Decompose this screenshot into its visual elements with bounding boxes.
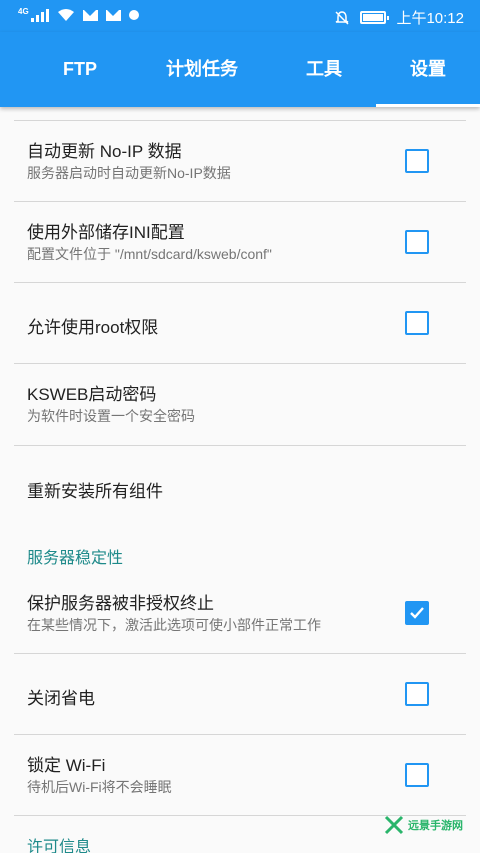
section-header-license: 许可信息 <box>27 839 92 853</box>
tab-settings[interactable]: 设置 <box>376 32 480 107</box>
setting-disable-power-saving[interactable]: 关闭省电 <box>14 654 466 735</box>
watermark-text: 远景手游网 <box>408 820 463 832</box>
lock-wifi-checkbox[interactable] <box>405 763 429 787</box>
setting-title: KSWEB启动密码 <box>27 385 157 404</box>
watermark-logo-icon <box>384 815 404 835</box>
tab-tools[interactable]: 工具 <box>276 32 372 107</box>
tab-ftp[interactable]: FTP <box>40 32 120 107</box>
setting-title: 重新安装所有组件 <box>27 482 163 501</box>
notification-dot-icon <box>128 10 139 20</box>
protect-server-checkbox[interactable] <box>405 601 429 625</box>
setting-subtitle: 服务器启动时自动更新No-IP数据 <box>27 165 231 181</box>
setting-title: 使用外部储存INI配置 <box>27 223 185 242</box>
status-bar: 4G 上午10:12 <box>0 0 480 32</box>
setting-title: 保护服务器被非授权终止 <box>27 594 214 613</box>
setting-ksweb-password[interactable]: KSWEB启动密码 为软件时设置一个安全密码 <box>14 364 466 446</box>
section-header-stability: 服务器稳定性 <box>27 550 124 567</box>
setting-auto-update-noip[interactable]: 自动更新 No-IP 数据 服务器启动时自动更新No-IP数据 <box>14 121 466 202</box>
message-icon <box>105 9 121 21</box>
clock: 上午10:12 <box>396 10 464 27</box>
watermark: 远景手游网 <box>384 815 463 835</box>
setting-subtitle: 待机后Wi-Fi将不会睡眠 <box>27 779 172 795</box>
allow-root-checkbox[interactable] <box>405 311 429 335</box>
wifi-icon <box>57 9 74 21</box>
setting-external-ini[interactable]: 使用外部储存INI配置 配置文件位于 "/mnt/sdcard/ksweb/co… <box>14 202 466 283</box>
checkmark-icon <box>410 607 424 619</box>
setting-subtitle: 在某些情况下，激活此选项可使小部件正常工作 <box>27 617 321 633</box>
setting-title: 关闭省电 <box>27 689 95 708</box>
setting-subtitle: 配置文件位于 "/mnt/sdcard/ksweb/conf" <box>27 246 272 262</box>
tab-bar: FTP 计划任务 工具 设置 <box>0 32 480 107</box>
setting-subtitle: 为软件时设置一个安全密码 <box>27 408 195 424</box>
setting-title: 允许使用root权限 <box>27 318 159 337</box>
mute-bell-icon <box>335 10 349 25</box>
external-ini-checkbox[interactable] <box>405 230 429 254</box>
disable-power-saving-checkbox[interactable] <box>405 682 429 706</box>
signal-icon <box>30 8 49 22</box>
setting-allow-root[interactable]: 允许使用root权限 <box>14 283 466 364</box>
network-type: 4G <box>18 7 29 16</box>
setting-title: 自动更新 No-IP 数据 <box>27 142 182 161</box>
auto-update-noip-checkbox[interactable] <box>405 149 429 173</box>
setting-lock-wifi[interactable]: 锁定 Wi-Fi 待机后Wi-Fi将不会睡眠 <box>14 735 466 816</box>
setting-reinstall-components[interactable]: 重新安装所有组件 <box>14 446 466 528</box>
battery-icon <box>360 11 390 24</box>
mail-icon <box>82 9 98 21</box>
tab-scheduled-tasks[interactable]: 计划任务 <box>144 32 260 107</box>
setting-title: 锁定 Wi-Fi <box>27 756 106 775</box>
setting-protect-server[interactable]: 保护服务器被非授权终止 在某些情况下，激活此选项可使小部件正常工作 <box>14 572 466 654</box>
